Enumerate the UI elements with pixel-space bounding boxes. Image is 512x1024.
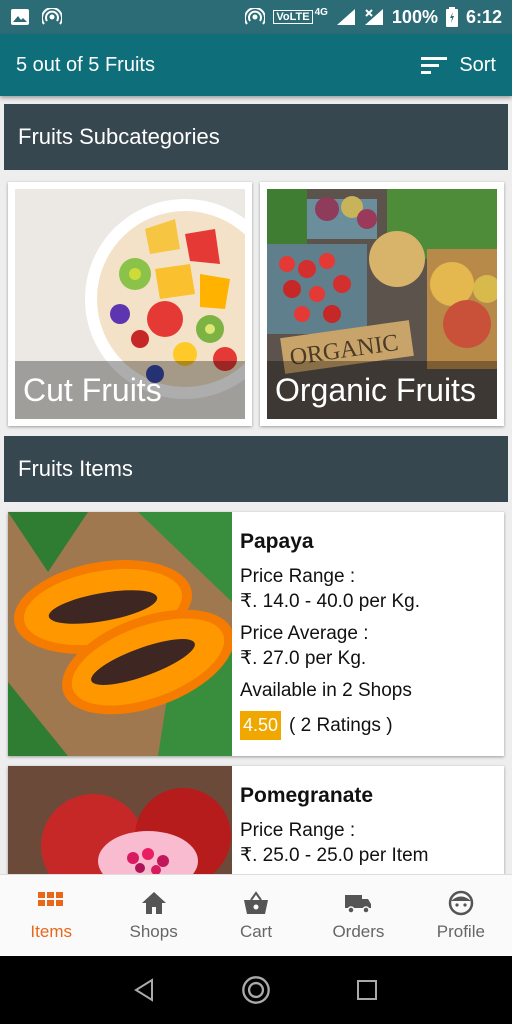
rating-badge: 4.50 <box>240 711 282 740</box>
nav-items[interactable]: Items <box>0 875 102 956</box>
clock: 6:12 <box>465 6 502 27</box>
nav-orders[interactable]: Orders <box>307 875 409 956</box>
price-average-label: Price Average : <box>240 623 369 644</box>
pomegranate-illustration <box>8 766 232 874</box>
subcategory-label: Organic Fruits <box>267 361 497 419</box>
subcategories-header: Fruits Subcategories <box>4 104 508 170</box>
home-button-icon[interactable] <box>241 975 271 1005</box>
bottom-nav: Items Shops Cart Orders Profile <box>0 874 512 956</box>
item-info: Papaya Price Range : ₹. 14.0 - 40.0 per … <box>232 512 420 756</box>
grid-icon <box>38 891 64 906</box>
recents-icon[interactable] <box>354 977 380 1003</box>
subcategory-label: Cut Fruits <box>15 361 245 419</box>
pomegranate-image <box>8 766 232 874</box>
home-icon <box>141 891 166 914</box>
price-range-value: ₹. 25.0 - 25.0 per Item <box>240 845 429 866</box>
hotspot-icon <box>245 8 266 25</box>
item-name: Papaya <box>240 530 314 553</box>
rating-row: 4.50 ( 2 Ratings ) <box>240 711 420 740</box>
cut-fruits-image: Cut Fruits <box>15 189 245 419</box>
availability-text: Available in 2 Shops <box>240 680 412 701</box>
nav-label: Items <box>30 921 72 941</box>
papaya-image <box>8 512 232 756</box>
nav-label: Cart <box>239 921 273 941</box>
nav-label: Profile <box>436 921 485 941</box>
price-range-value: ₹. 14.0 - 40.0 per Kg. <box>240 591 421 612</box>
sort-label: Sort <box>459 53 496 76</box>
back-icon[interactable] <box>132 977 158 1003</box>
nav-cart[interactable]: Cart <box>205 875 307 956</box>
price-range-label: Price Range : <box>240 566 356 587</box>
network-type: 4G <box>314 6 328 18</box>
item-name: Pomegranate <box>240 784 374 807</box>
subcategory-grid: Cut Fruits ORGANIC Organic Fruits <box>8 182 504 426</box>
battery-icon <box>445 7 458 27</box>
face-icon <box>448 890 474 915</box>
list-item-papaya[interactable]: Papaya Price Range : ₹. 14.0 - 40.0 per … <box>8 512 504 756</box>
papaya-illustration <box>8 512 232 756</box>
basket-icon <box>244 890 269 914</box>
nav-label: Orders <box>332 921 385 941</box>
signal-icon <box>336 9 355 25</box>
status-bar: VoLTE 4G 100% 6:12 <box>0 0 512 34</box>
page-title: 5 out of 5 Fruits <box>16 53 155 76</box>
subcategory-card-organic-fruits[interactable]: ORGANIC Organic Fruits <box>260 182 504 426</box>
sort-button[interactable]: Sort <box>421 54 496 77</box>
price-range-label: Price Range : <box>240 820 356 841</box>
nav-label: Shops <box>129 921 178 941</box>
price-average-value: ₹. 27.0 per Kg. <box>240 648 367 669</box>
nav-shops[interactable]: Shops <box>102 875 204 956</box>
item-info: Pomegranate Price Range : ₹. 25.0 - 25.0… <box>232 766 428 874</box>
network-label: VoLTE <box>273 10 313 24</box>
sort-icon <box>421 57 448 74</box>
signal-icon <box>364 9 383 25</box>
nav-profile[interactable]: Profile <box>410 875 512 956</box>
battery-percent: 100% <box>391 6 438 27</box>
hotspot-icon <box>42 8 62 25</box>
app-bar: 5 out of 5 Fruits Sort <box>0 34 512 96</box>
subcategory-card-cut-fruits[interactable]: Cut Fruits <box>8 182 252 426</box>
list-item-pomegranate[interactable]: Pomegranate Price Range : ₹. 25.0 - 25.0… <box>8 766 504 874</box>
image-icon <box>11 9 29 25</box>
content-scroll[interactable]: Fruits Subcategories Cut Fruits ORGANIC … <box>0 96 512 874</box>
items-header: Fruits Items <box>4 436 508 502</box>
truck-icon <box>345 894 372 914</box>
ratings-count: ( 2 Ratings ) <box>289 714 393 736</box>
system-nav <box>0 956 512 1024</box>
organic-fruits-image: ORGANIC Organic Fruits <box>267 189 497 419</box>
